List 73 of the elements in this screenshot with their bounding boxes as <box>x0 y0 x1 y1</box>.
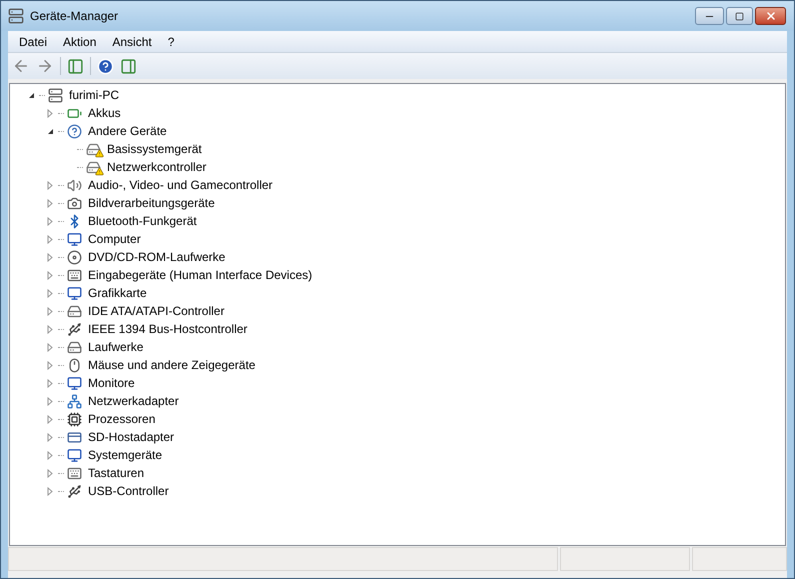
expand-arrow-icon[interactable] <box>45 234 55 244</box>
network-icon <box>67 394 82 408</box>
tree-item[interactable]: Basissystemgerät <box>105 140 204 158</box>
monitor-icon <box>67 232 82 246</box>
expand-arrow-icon[interactable] <box>45 468 55 478</box>
tree-item[interactable]: Netzwerkadapter <box>86 392 181 410</box>
expand-arrow-icon[interactable] <box>45 360 55 370</box>
tree-item[interactable]: SD-Hostadapter <box>86 428 176 446</box>
device-icon <box>86 160 101 174</box>
expand-arrow-icon[interactable] <box>45 432 55 442</box>
tree-item[interactable]: Netzwerkcontroller <box>105 158 208 176</box>
tree-item[interactable]: IEEE 1394 Bus-Hostcontroller <box>86 320 250 338</box>
expand-arrow-icon[interactable] <box>45 324 55 334</box>
expand-arrow-icon[interactable] <box>45 414 55 424</box>
window-title: Geräte-Manager <box>30 8 118 25</box>
tree-item[interactable]: Bildverarbeitungsgeräte <box>86 194 217 212</box>
card-icon <box>67 430 82 444</box>
maximize-button[interactable] <box>726 7 753 25</box>
tree-item[interactable]: Grafikkarte <box>86 284 149 302</box>
camera-icon <box>67 196 82 210</box>
expand-arrow-icon[interactable] <box>45 108 55 118</box>
disc-icon <box>67 250 82 264</box>
tree-item[interactable]: Tastaturen <box>86 464 146 482</box>
back-icon[interactable] <box>12 57 30 75</box>
keyboard-icon <box>67 466 82 480</box>
expand-arrow-icon[interactable] <box>45 396 55 406</box>
tree-item[interactable]: DVD/CD-ROM-Laufwerke <box>86 248 228 266</box>
drive-icon <box>67 340 82 354</box>
tree-item[interactable]: Laufwerke <box>86 338 146 356</box>
keyboard-icon <box>67 268 82 282</box>
connector-icon <box>67 484 82 498</box>
close-icon <box>764 10 776 22</box>
expand-arrow-icon[interactable] <box>45 270 55 280</box>
tree-item[interactable]: IDE ATA/ATAPI-Controller <box>86 302 226 320</box>
drive-icon <box>67 304 82 318</box>
chip-icon <box>67 412 82 426</box>
tree-item[interactable]: Bluetooth-Funkgerät <box>86 212 199 230</box>
tree-item[interactable]: furimi-PC <box>67 86 121 104</box>
tree-item[interactable]: Computer <box>86 230 143 248</box>
tree-item[interactable]: Mäuse und andere Zeigegeräte <box>86 356 258 374</box>
tree-item[interactable]: Eingabegeräte (Human Interface Devices) <box>86 266 314 284</box>
menu-item[interactable]: ? <box>160 32 182 50</box>
monitor-icon <box>67 286 82 300</box>
tree-item[interactable]: Akkus <box>86 104 123 122</box>
expand-arrow-icon[interactable] <box>45 288 55 298</box>
monitor-icon <box>67 448 82 462</box>
monitor-icon <box>67 376 82 390</box>
expand-arrow-icon[interactable] <box>45 216 55 226</box>
forward-icon[interactable] <box>36 57 54 75</box>
close-button[interactable] <box>755 7 786 25</box>
menu-item[interactable]: Datei <box>12 32 54 50</box>
tree-item[interactable]: Prozessoren <box>86 410 158 428</box>
expand-arrow-icon[interactable] <box>45 198 55 208</box>
expand-arrow-icon[interactable] <box>45 180 55 190</box>
expand-arrow-icon[interactable] <box>45 252 55 262</box>
menu-item[interactable]: Aktion <box>56 32 104 50</box>
tree-item[interactable]: Monitore <box>86 374 137 392</box>
speaker-icon <box>67 178 82 192</box>
connector-icon <box>67 322 82 336</box>
expand-arrow-icon[interactable] <box>45 306 55 316</box>
expand-arrow-icon[interactable] <box>45 450 55 460</box>
expand-arrow-icon[interactable] <box>45 342 55 352</box>
tree-item[interactable]: Audio-, Video- und Gamecontroller <box>86 176 275 194</box>
mouse-icon <box>67 358 82 372</box>
tree-item[interactable]: USB-Controller <box>86 482 171 500</box>
tree-item[interactable]: Andere Geräte <box>86 122 169 140</box>
menu-item[interactable]: Ansicht <box>105 32 159 50</box>
tree-item[interactable]: Systemgeräte <box>86 446 164 464</box>
expand-arrow-icon[interactable] <box>45 486 55 496</box>
help-icon[interactable] <box>97 58 114 74</box>
expand-arrow-icon[interactable] <box>45 378 55 388</box>
device-icon <box>86 142 101 156</box>
maximize-icon <box>735 12 744 20</box>
